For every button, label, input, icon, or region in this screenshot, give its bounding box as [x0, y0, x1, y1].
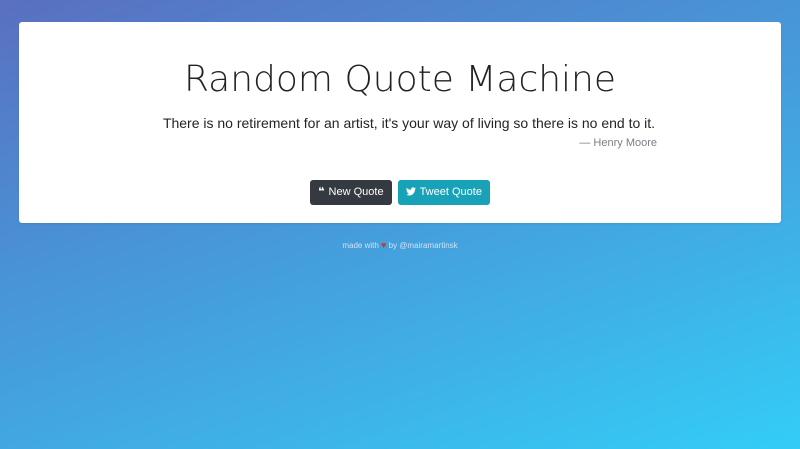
tweet-quote-button[interactable]: Tweet Quote	[397, 180, 490, 205]
twitter-icon	[405, 180, 416, 205]
new-quote-label: New Quote	[328, 186, 384, 198]
button-row: ❝ New Quote Tweet Quote	[19, 180, 781, 205]
quote-left-icon: ❝	[318, 186, 325, 198]
quote-box: Random Quote Machine There is no retirem…	[19, 22, 781, 223]
footer: made with ♥ by @mairamartinsk	[0, 240, 800, 250]
quote-text: There is no retirement for an artist, it…	[162, 115, 656, 131]
page-title: Random Quote Machine	[183, 59, 617, 100]
quote-block: There is no retirement for an artist, it…	[159, 114, 659, 150]
new-quote-button[interactable]: ❝ New Quote	[310, 180, 392, 205]
footer-prefix: made with	[342, 241, 379, 250]
tweet-quote-label: Tweet Quote	[419, 186, 482, 198]
heart-icon: ♥	[381, 240, 387, 250]
quote-author: — Henry Moore	[579, 137, 657, 149]
footer-credit[interactable]: by @mairamartinsk	[389, 241, 458, 250]
